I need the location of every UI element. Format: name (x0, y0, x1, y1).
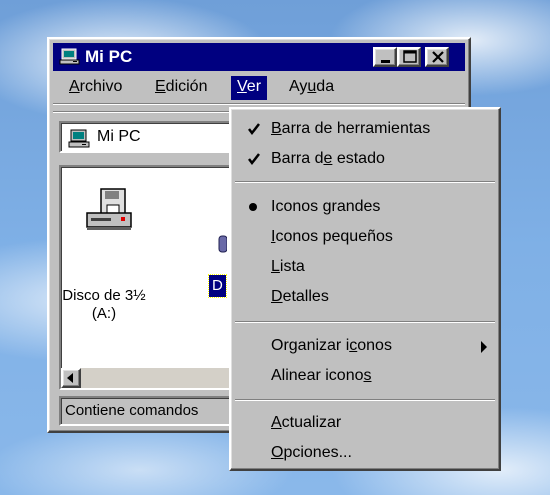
menu-item-iconos-pequenos[interactable]: Iconos pequeños (231, 223, 499, 253)
floppy-label-line2: (A:) (91, 305, 117, 322)
minimize-icon (381, 60, 390, 63)
menu-item-barra-estado[interactable]: Barra de estado (231, 145, 499, 175)
floppy-label-line1: Disco de 3½ (62, 287, 146, 304)
menu-item-alinear-iconos[interactable]: Alinear iconos (231, 362, 499, 392)
minimize-button[interactable] (373, 47, 397, 67)
iconos-grandes-label: randes (331, 198, 381, 215)
menu-archivo-label: rchivo (79, 78, 123, 95)
submenu-arrow-icon (481, 341, 487, 353)
check-icon (248, 123, 260, 136)
menu-item-opciones[interactable]: Opciones... (231, 439, 499, 469)
floppy-drive-icon (86, 188, 132, 230)
computer-icon (68, 129, 90, 148)
lista-accel: L (271, 258, 280, 275)
menu-separator (235, 181, 495, 183)
actualizar-label: ctualizar (281, 414, 342, 431)
address-text: Mi PC (97, 128, 141, 145)
disk-label-selected: D (208, 274, 227, 298)
menu-item-organizar-iconos[interactable]: Organizar iconos (231, 332, 499, 362)
menu-ayuda[interactable]: Ayuda (283, 76, 340, 100)
lista-label: ista (279, 258, 305, 275)
menu-item-iconos-grandes[interactable]: Iconos grandes (231, 193, 499, 223)
close-button[interactable] (425, 47, 449, 67)
menu-item-barra-herramientas[interactable]: Barra de herramientas (231, 115, 499, 145)
menu-ayuda-label: da (316, 78, 335, 95)
menu-item-lista[interactable]: Lista (231, 253, 499, 283)
status-text: Contiene comandos (65, 402, 199, 419)
menu-edicion[interactable]: Edición (149, 76, 213, 100)
detalles-label: etalles (282, 288, 329, 305)
menu-ver[interactable]: Ver (231, 76, 268, 100)
organizar-iconos-label: onos (357, 337, 392, 354)
barra-herramientas-accel: B (271, 120, 282, 137)
menu-ver-label: er (246, 78, 262, 95)
menu-item-actualizar[interactable]: Actualizar (231, 409, 499, 439)
menu-ver-accel: V (237, 78, 247, 95)
alinear-iconos-accel: s (363, 367, 372, 384)
menu-separator (235, 399, 495, 401)
window-title: Mi PC (85, 47, 133, 66)
horizontal-scrollbar[interactable] (61, 368, 247, 388)
status-bar: Contiene comandos (59, 396, 249, 426)
title-bar[interactable]: Mi PC (53, 43, 465, 71)
menu-edicion-accel: E (155, 78, 166, 95)
maximize-button[interactable] (397, 47, 421, 67)
bullet-icon (249, 203, 257, 211)
ver-dropdown-menu: Barra de herramientas Barra de estado Ic… (229, 107, 501, 471)
iconos-grandes-pre: Iconos (271, 198, 323, 215)
content-pane[interactable]: Disco de 3½ (A:) D (59, 165, 249, 390)
organizar-iconos-pre: Organizar i (271, 337, 350, 354)
menu-bar: Archivo Edición Ver Ayuda (53, 73, 465, 101)
menu-archivo-accel: A (69, 78, 80, 95)
opciones-label: pciones... (283, 444, 352, 461)
menu-ayuda-pre: Ay (289, 78, 308, 95)
menu-edicion-label: dición (165, 78, 208, 95)
menu-ayuda-accel: u (307, 78, 317, 95)
menubar-divider (53, 103, 465, 105)
barra-estado-pre: Barra d (271, 150, 324, 167)
address-field[interactable]: Mi PC (59, 121, 249, 153)
iconos-pequenos-label: conos pequeños (275, 228, 393, 245)
barra-estado-label: estado (332, 150, 385, 167)
detalles-accel: D (271, 288, 283, 305)
scroll-left-button[interactable] (61, 368, 81, 388)
opciones-accel: O (271, 444, 284, 461)
alinear-iconos-pre: Alinear icono (271, 367, 364, 384)
disk-icon (218, 235, 227, 253)
computer-icon (59, 48, 80, 65)
barra-herramientas-label: arra de herramientas (281, 120, 431, 137)
check-icon (248, 153, 260, 166)
iconos-grandes-accel: g (322, 198, 332, 215)
close-icon (432, 51, 444, 63)
arrow-left-icon (67, 373, 73, 383)
menu-item-detalles[interactable]: Detalles (231, 283, 499, 313)
menu-archivo[interactable]: Archivo (63, 76, 128, 100)
maximize-icon (403, 50, 417, 63)
actualizar-accel: A (271, 414, 282, 431)
menu-separator (235, 321, 495, 323)
